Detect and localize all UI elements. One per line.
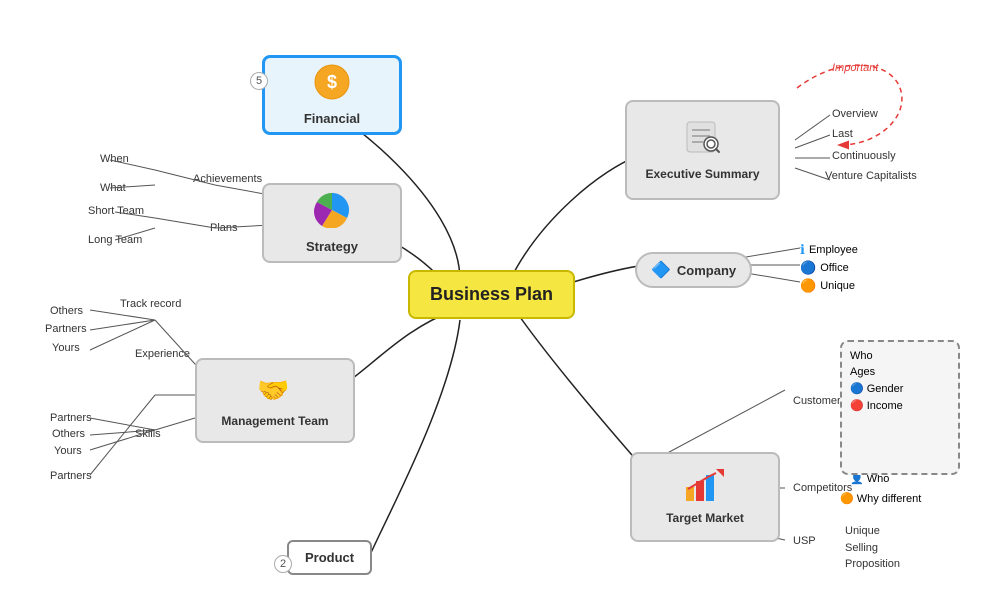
employee-item: ℹ Employee — [800, 242, 858, 258]
exec-label: Executive Summary — [645, 167, 759, 181]
customers-dashed-box: Who Ages 🔵 Gender 🔴 Income — [840, 340, 960, 475]
management-label: Management Team — [221, 414, 328, 428]
what-label: What — [100, 182, 126, 194]
svg-text:$: $ — [327, 72, 337, 92]
proposition-label: Proposition — [845, 558, 900, 570]
others1-label: Others — [50, 305, 83, 317]
important-label: Important — [832, 62, 878, 74]
unique-icon: 🟠 — [800, 278, 816, 294]
company-label: Company — [677, 263, 736, 278]
last-label: Last — [832, 128, 853, 140]
who-tm: Who — [850, 350, 950, 362]
strategy-icon — [314, 192, 350, 235]
customers-label: Customers — [793, 395, 846, 407]
employee-label: Employee — [809, 244, 858, 256]
track-record-label: Track record — [120, 298, 181, 310]
yours2-label: Yours — [54, 445, 82, 457]
product-label: Product — [305, 550, 354, 565]
unique-label: Unique — [820, 280, 855, 292]
short-team-label: Short Team — [88, 205, 144, 217]
others2-label: Others — [52, 428, 85, 440]
yours1-label: Yours — [52, 342, 80, 354]
overview-label: Overview — [832, 108, 878, 120]
income-item: 🔴 Income — [850, 399, 950, 412]
product-node[interactable]: Product — [287, 540, 372, 575]
company-icon: 🔷 — [651, 260, 671, 280]
unique-item: 🟠 Unique — [800, 278, 855, 294]
financial-node[interactable]: $ Financial — [262, 55, 402, 135]
usp-label: USP — [793, 535, 816, 547]
long-team-label: Long Team — [88, 234, 142, 246]
svg-text:🤝: 🤝 — [257, 375, 289, 403]
partners1-label: Partners — [45, 323, 87, 335]
exec-icon — [683, 120, 723, 163]
target-market-node[interactable]: Target Market — [630, 452, 780, 542]
gender-icon: 🔵 — [850, 382, 864, 395]
continuously-label: Continuously — [832, 150, 896, 162]
financial-badge: 5 — [250, 72, 268, 90]
skills-label: Skills — [135, 428, 161, 440]
executive-summary-node[interactable]: Executive Summary — [625, 100, 780, 200]
partners3-label: Partners — [50, 470, 92, 482]
strategy-node[interactable]: Strategy — [262, 183, 402, 263]
income-icon: 🔴 — [850, 399, 864, 412]
plans-label: Plans — [210, 222, 238, 234]
management-team-node[interactable]: 🤝 Management Team — [195, 358, 355, 443]
achievements-label: Achievements — [193, 173, 262, 185]
employee-icon: ℹ — [800, 242, 805, 258]
target-market-label: Target Market — [666, 511, 744, 525]
management-icon: 🤝 — [255, 373, 295, 410]
financial-icon: $ — [314, 64, 350, 107]
why-diff-icon: 🟠 — [840, 492, 854, 505]
when-label: When — [100, 153, 129, 165]
office-icon: 🔵 — [800, 260, 816, 276]
financial-label: Financial — [304, 111, 360, 126]
center-node[interactable]: Business Plan — [408, 270, 575, 319]
venture-capitalists-label: Venture Capitalists — [825, 170, 917, 182]
partners2-label: Partners — [50, 412, 92, 424]
strategy-label: Strategy — [306, 239, 358, 254]
unique-usp-label: Unique — [845, 525, 880, 537]
experience-label: Experience — [135, 348, 190, 360]
gender-item: 🔵 Gender — [850, 382, 950, 395]
why-diff-label: Why different — [857, 493, 922, 505]
office-item: 🔵 Office — [800, 260, 849, 276]
company-node[interactable]: 🔷 Company — [635, 252, 752, 288]
mindmap-container: Business Plan $ Financial 5 Strategy A — [0, 0, 989, 607]
why-different-item: 🟠 Why different — [840, 492, 921, 505]
target-market-icon — [686, 469, 724, 508]
ages-tm: Ages — [850, 366, 950, 378]
product-badge: 2 — [274, 555, 292, 573]
center-label: Business Plan — [430, 284, 553, 304]
selling-label: Selling — [845, 542, 878, 554]
office-label: Office — [820, 262, 849, 274]
